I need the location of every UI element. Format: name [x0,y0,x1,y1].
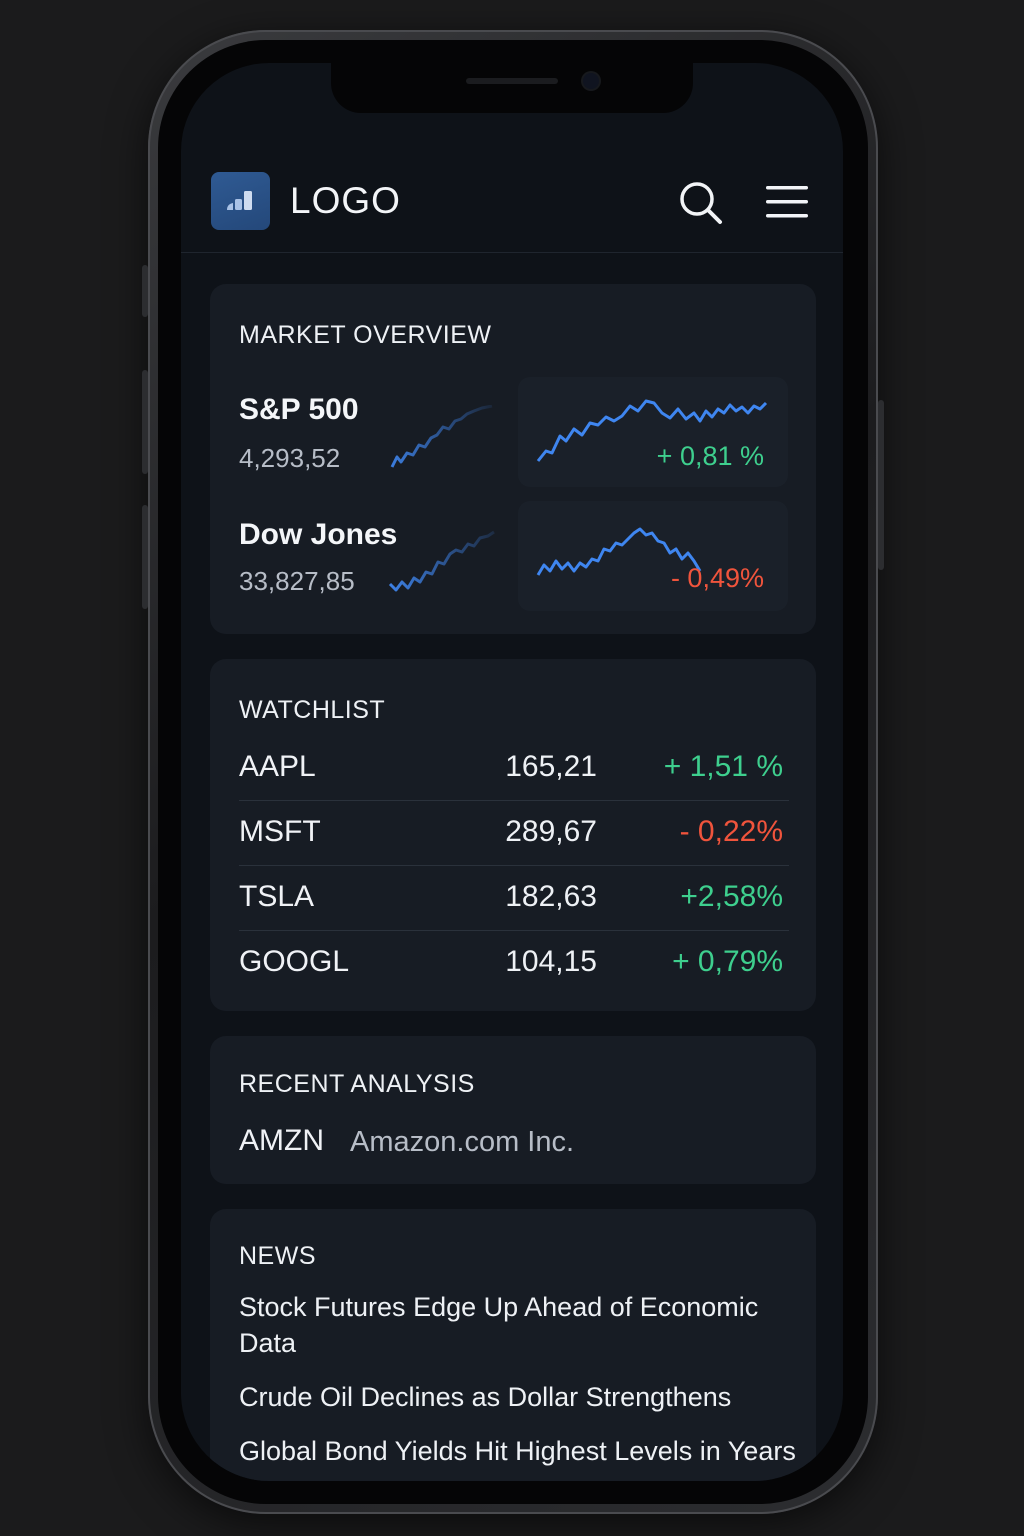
ticker-price: 104,15 [505,945,597,978]
analysis-company-name[interactable]: Amazon.com Inc. [350,1126,574,1159]
mute-switch [142,265,148,317]
ticker-symbol: GOOGL [239,945,350,978]
ticker-change: + 1,51 % [663,750,783,783]
bar-chart-icon [227,191,252,210]
watchlist-row-tsla[interactable]: TSLA 182,63 +2,58% [239,866,789,931]
watchlist-title: WATCHLIST [239,696,386,724]
watchlist-row-googl[interactable]: GOOGL 104,15 + 0,79% [239,931,789,996]
sparkline-dow-jones [388,530,495,592]
ticker-price: 165,21 [505,750,597,783]
recent-analysis-card: RECENT ANALYSIS AMZN Amazon.com Inc. [210,1036,816,1184]
index-name: S&P 500 [239,393,359,426]
ticker-symbol: TSLA [239,880,315,913]
hamburger-menu-icon[interactable] [765,182,809,222]
index-chart-panel: - 0,49% [518,501,788,611]
app-screen: LOGO MARKET OVERVIEW S&P 500 4,293,52 + … [181,63,843,1481]
watchlist-card: WATCHLIST AAPL 165,21 + 1,51 % MSFT 289,… [210,659,816,1011]
ticker-change: +2,58% [680,880,783,913]
ticker-symbol: AAPL [239,750,316,783]
news-card: NEWS Stock Futures Edge Up Ahead of Econ… [210,1209,816,1481]
market-overview-card: MARKET OVERVIEW S&P 500 4,293,52 + 0,81 … [210,284,816,634]
index-value: 4,293,52 [239,443,341,473]
news-title: NEWS [239,1242,316,1270]
ticker-change: - 0,22% [679,815,783,848]
recent-analysis-title: RECENT ANALYSIS [239,1070,475,1098]
phone-frame: LOGO MARKET OVERVIEW S&P 500 4,293,52 + … [142,30,884,1514]
front-camera [583,73,599,89]
watchlist-row-msft[interactable]: MSFT 289,67 - 0,22% [239,801,789,866]
logo-icon[interactable] [211,172,270,230]
ticker-symbol: MSFT [239,815,321,848]
ticker-price: 289,67 [505,815,597,848]
analysis-ticker-symbol[interactable]: AMZN [239,1124,324,1158]
index-row-sp500[interactable]: S&P 500 4,293,52 + 0,81 % [210,377,816,487]
index-value: 33,827,85 [239,566,355,596]
power-button [878,400,884,570]
index-name: Dow Jones [239,518,398,551]
logo-text[interactable]: LOGO [290,180,401,222]
app-header: LOGO [181,138,843,253]
market-overview-title: MARKET OVERVIEW [239,321,492,349]
ticker-price: 182,63 [505,880,597,913]
volume-up-button [142,370,148,474]
watchlist-row-aapl[interactable]: AAPL 165,21 + 1,51 % [239,736,789,801]
volume-down-button [142,505,148,609]
index-change: + 0,81 % [656,441,764,471]
search-icon[interactable] [677,179,725,227]
news-headline[interactable]: Crude Oil Declines as Dollar Strengthens [239,1379,731,1415]
index-row-dow-jones[interactable]: Dow Jones 33,827,85 - 0,49% [210,501,816,614]
index-chart-panel: + 0,81 % [518,377,788,487]
news-headline[interactable]: Global Bond Yields Hit Highest Levels in… [239,1433,796,1469]
sparkline-sp500 [390,405,493,468]
ticker-change: + 0,79% [672,945,783,978]
notch [331,63,693,113]
news-headline[interactable]: Stock Futures Edge Up Ahead of Economic … [239,1289,809,1361]
speaker-grille [466,78,558,84]
index-change: - 0,49% [670,563,764,593]
